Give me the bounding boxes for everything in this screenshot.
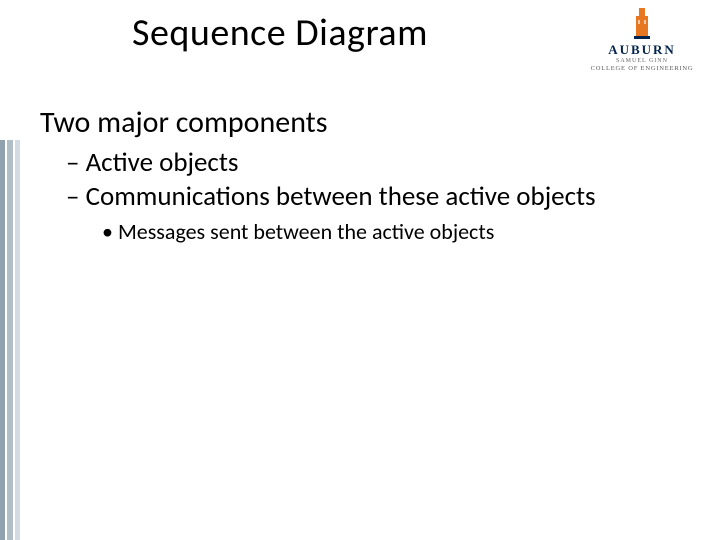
content-heading: Two major components	[40, 105, 660, 141]
auburn-tower-icon	[630, 6, 654, 40]
left-accent-stripes	[0, 140, 22, 540]
auburn-logo: AUBURN SAMUEL GINN COLLEGE OF ENGINEERIN…	[582, 6, 702, 72]
sub-bullet-item: Messages sent between the active objects	[40, 218, 660, 246]
slide-title: Sequence Diagram	[0, 10, 560, 56]
slide: Sequence Diagram AUBURN SAMUEL GINN COLL…	[0, 0, 720, 540]
bullet-item: Communications between these active obje…	[40, 181, 660, 213]
logo-unit-line1: SAMUEL GINN	[582, 58, 702, 64]
logo-university-name: AUBURN	[582, 42, 702, 58]
bullet-item: Active objects	[40, 147, 660, 179]
logo-unit-line2: COLLEGE OF ENGINEERING	[582, 65, 702, 72]
content-block: Two major components Active objects Comm…	[40, 105, 660, 245]
